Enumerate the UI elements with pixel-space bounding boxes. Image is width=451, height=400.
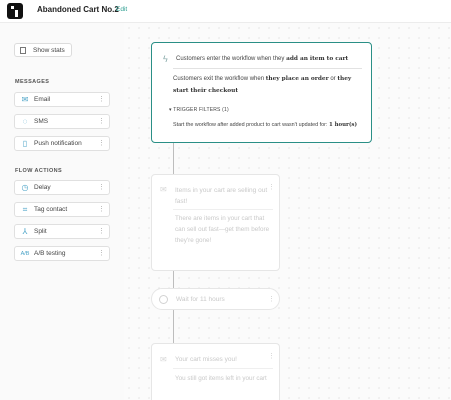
workflow-title: Abandoned Cart No.2 [37, 5, 119, 14]
exit-or: or [330, 76, 336, 82]
sidebar-item-split[interactable]: ⅄ Split ⋮ [14, 224, 110, 239]
sidebar-item-sms[interactable]: ◌ SMS ⋮ [14, 114, 110, 129]
sidebar-item-push-notification[interactable]: ▯ Push notification ⋮ [14, 136, 110, 151]
exit-condition: Customers exit the workflow when they pl… [173, 73, 363, 97]
sidebar-item-label: Email [34, 96, 51, 103]
exit-event: they place an order [265, 76, 329, 82]
show-stats-label: Show stats [33, 47, 65, 54]
sidebar-item-email[interactable]: ✉ Email ⋮ [14, 92, 110, 107]
sidebar-item-label: Delay [34, 184, 51, 191]
more-options-icon[interactable]: ⋮ [268, 352, 275, 362]
sms-icon: ◌ [22, 117, 28, 126]
drag-handle-icon[interactable]: ⋮ [98, 249, 105, 259]
mail-icon: ✉ [160, 355, 167, 364]
entry-event: add an item to cart [286, 56, 349, 62]
trigger-filters-label: TRIGGER FILTERS (1) [173, 107, 229, 113]
email-preview: You still got items left in your cart [175, 375, 267, 382]
sidebar-item-ab-testing[interactable]: A/B A/B testing ⋮ [14, 246, 110, 261]
connector-line [173, 271, 174, 288]
sidebar-item-label: Split [34, 228, 47, 235]
mail-icon: ✉ [160, 185, 167, 194]
chevron-down-icon: ▾ [169, 107, 172, 113]
connector-line [173, 310, 174, 343]
flow-actions-heading: FLOW ACTIONS [15, 168, 63, 174]
lightning-icon: ϟ [163, 54, 168, 64]
wait-node[interactable]: Wait for 11 hours ⋮ [151, 288, 280, 310]
drag-handle-icon[interactable]: ⋮ [98, 183, 105, 193]
connector-line [173, 143, 174, 174]
top-bar: Abandoned Cart No.2 Edit [0, 0, 451, 23]
email-subject: Items in your cart are selling out fast! [175, 187, 268, 205]
divider [173, 209, 273, 210]
divider [173, 368, 273, 369]
push-icon: ▯ [22, 139, 28, 148]
sidebar-item-delay[interactable]: ◷ Delay ⋮ [14, 180, 110, 195]
more-options-icon[interactable]: ⋮ [268, 295, 275, 305]
split-icon: ⅄ [22, 227, 28, 236]
entry-condition: Customers enter the workflow when they a… [176, 56, 348, 62]
trigger-filters-toggle[interactable]: ▾ TRIGGER FILTERS (1) [169, 107, 229, 113]
tag-icon: ⌗ [22, 205, 28, 214]
sidebar-item-tag-contact[interactable]: ⌗ Tag contact ⋮ [14, 202, 110, 217]
drag-handle-icon[interactable]: ⋮ [98, 139, 105, 149]
email-preview: There are items in your cart that can se… [175, 215, 270, 244]
mail-icon: ✉ [21, 95, 29, 104]
ab-testing-icon: A/B [20, 251, 30, 257]
sidebar-item-label: Tag contact [34, 206, 68, 213]
sidebar-item-label: SMS [34, 118, 49, 125]
drag-handle-icon[interactable]: ⋮ [98, 95, 105, 105]
email-subject: Your cart misses you! [175, 356, 237, 363]
clock-icon [159, 295, 168, 304]
drag-handle-icon[interactable]: ⋮ [98, 205, 105, 215]
filter-value: 1 hour(s) [328, 122, 357, 128]
app-logo[interactable] [7, 3, 23, 19]
email-node[interactable]: ✉ Your cart misses you! You still got it… [151, 343, 280, 400]
more-options-icon[interactable]: ⋮ [268, 183, 275, 193]
drag-handle-icon[interactable]: ⋮ [98, 117, 105, 127]
divider [173, 68, 362, 69]
messages-heading: MESSAGES [15, 79, 50, 85]
entry-prefix: Customers enter the workflow when they [176, 56, 285, 62]
edit-title-link[interactable]: Edit [116, 6, 127, 13]
email-node[interactable]: ✉ Items in your cart are selling out fas… [151, 174, 280, 271]
show-stats-button[interactable]: Show stats [14, 43, 72, 57]
sidebar-item-label: A/B testing [34, 250, 66, 257]
drag-handle-icon[interactable]: ⋮ [98, 227, 105, 237]
filter-prefix: Start the workflow after added product t… [173, 122, 328, 128]
trigger-filter-detail: Start the workflow after added product t… [173, 122, 357, 128]
exit-prefix: Customers exit the workflow when [173, 76, 265, 82]
stats-icon [20, 47, 26, 54]
clock-icon: ◷ [21, 183, 29, 192]
wait-label: Wait for 11 hours [176, 296, 225, 303]
trigger-node[interactable]: ϟ Customers enter the workflow when they… [151, 42, 372, 143]
sidebar-item-label: Push notification [34, 140, 82, 147]
